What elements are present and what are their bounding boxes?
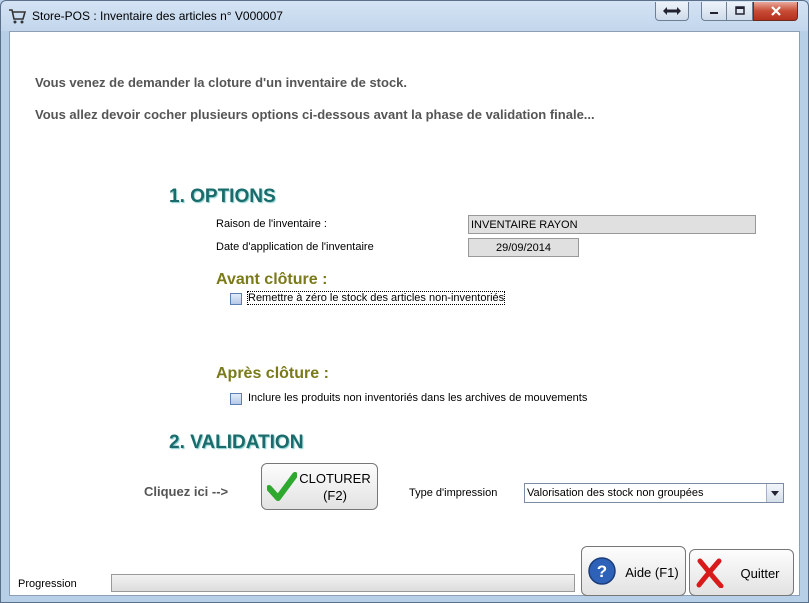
help-button[interactable]: ? Aide (F1) [581,546,686,596]
date-label: Date d'application de l'inventaire [216,241,374,253]
close-inventory-shortcut: (F2) [323,488,347,503]
svg-text:?: ? [597,562,607,581]
intro-line-2: Vous allez devoir cocher plusieurs optio… [35,107,595,122]
reason-field: INVENTAIRE RAYON [468,215,756,234]
options-heading: 1. OPTIONS [169,186,276,207]
print-type-label: Type d'impression [409,487,498,499]
minimize-button[interactable] [701,2,727,21]
date-field: 29/09/2014 [468,238,579,257]
quit-label: Quitter [740,566,780,581]
help-question-icon: ? [588,557,616,585]
intro-line-1: Vous venez de demander la cloture d'un i… [35,75,408,90]
red-x-icon [696,558,724,588]
close-inventory-button[interactable]: CLOTURER (F2) [261,463,378,510]
progress-bar [111,574,575,592]
reset-stock-checkbox[interactable] [230,293,242,305]
help-label: Aide (F1) [625,565,679,580]
include-archives-label[interactable]: Inclure les produits non inventoriés dan… [248,392,587,404]
maximize-icon [734,6,745,15]
shopping-cart-icon [9,9,26,24]
maximize-button[interactable] [727,2,753,21]
close-inventory-label: CLOTURER [299,471,371,486]
close-icon [770,6,781,16]
click-here-hint: Cliquez ici --> [144,484,229,499]
include-archives-checkbox[interactable] [230,393,242,405]
validation-heading: 2. VALIDATION [169,432,304,453]
before-closing-heading: Avant clôture : [216,271,328,288]
swap-arrows-icon [663,7,681,15]
close-button[interactable] [753,2,798,21]
print-type-select[interactable]: Valorisation des stock non groupées [524,483,784,503]
minimize-icon [710,12,718,14]
dropdown-arrow[interactable] [766,484,783,502]
reset-stock-label[interactable]: Remettre à zéro le stock des articles no… [246,291,506,305]
reason-label: Raison de l'inventaire : [216,218,327,230]
print-type-value: Valorisation des stock non groupées [527,487,704,499]
chevron-down-icon [771,490,779,496]
title-bar[interactable]: Store-POS : Inventaire des articles n° V… [1,1,808,31]
swap-arrows-button[interactable] [655,2,689,21]
window-title: Store-POS : Inventaire des articles n° V… [32,9,283,23]
checkmark-icon [267,472,297,501]
main-window: Store-POS : Inventaire des articles n° V… [0,0,809,603]
quit-button[interactable]: Quitter [689,549,794,596]
progress-label: Progression [18,578,77,590]
after-closing-heading: Après clôture : [216,365,329,382]
